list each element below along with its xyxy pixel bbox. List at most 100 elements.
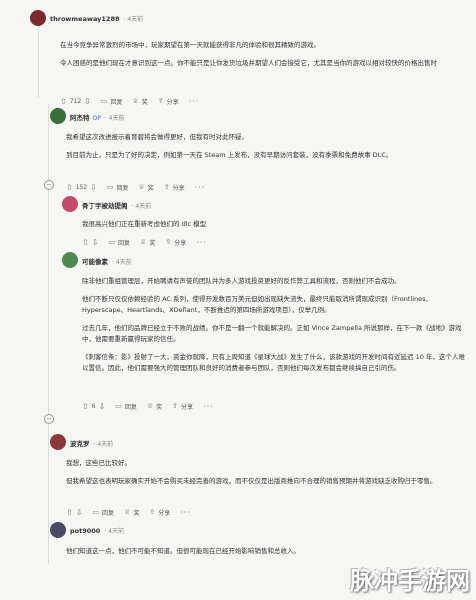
username[interactable]: 可能像素 [82,258,108,266]
more-options-icon[interactable]: ··· [195,183,206,192]
comment-body: 我很高兴他们正在重新考虑他们的 dlc 模型 [82,219,452,237]
more-options-icon[interactable]: ··· [203,402,214,411]
comment-paragraph: 我很高兴他们正在重新考虑他们的 dlc 模型 [82,220,207,228]
share-icon: ⇪ [165,238,172,246]
reply-button[interactable]: ▭ 回复 [107,183,129,192]
avatar[interactable] [62,196,78,212]
comment-header: throwmeaway1288 · 4天前 [50,14,143,23]
upvote-icon[interactable]: ⇧ [82,238,89,247]
username[interactable]: pot9000 [70,527,100,535]
reply-button[interactable]: ▭ 回复 [92,508,114,517]
thread-line [48,104,49,564]
username[interactable]: 阿杰特 [70,114,90,122]
comment-body: 我希望这次改进报示着育碧将会做得更好，但我有时对此怀疑。 到目前为止，只是为了好… [66,132,456,168]
vote-count: 6 [91,402,96,410]
comment-paragraph: 除非他们重组管理层，开始聘请有声誉的团队并为多人游戏投资更好的反作弊工具和流程，… [82,277,401,285]
reply-button[interactable]: ▭ 回复 [115,402,137,411]
share-button[interactable]: ⇪ 分享 [149,508,170,517]
comment-paragraph: 过去几年，他们的品牌已经立于不败的战绩。你不是一翻一个就能解决的。正如 Vinc… [82,324,462,343]
upvote-icon[interactable]: ⇧ [82,402,89,411]
username[interactable]: 波克罗 [70,440,90,448]
downvote-icon[interactable]: ⇩ [90,183,97,192]
reply-icon: ▭ [106,183,114,191]
comment-paragraph: 但我希望这也表明玩家确实开始不会购买未经完善的游戏，而不仅仅是出版商推向不合理的… [66,477,437,485]
avatar[interactable] [30,10,46,26]
reply-icon: ▭ [100,97,108,105]
award-icon: ♕ [146,402,154,410]
award-button[interactable]: ♕ 奖 [140,238,155,247]
share-button[interactable]: ⇪ 分享 [164,183,185,192]
award-button[interactable]: ♕ 奖 [147,402,162,411]
comment-paragraph: 《刺客信条：影》投射了一大，资金你就降，只有上周知道《星球大战》发生了什么，该款… [82,353,465,372]
op-badge: OP [92,115,101,122]
downvote-icon[interactable]: ⇩ [99,402,106,411]
comment-header: 骨丁宇被劫提阁 · 4天前 [82,200,151,210]
award-button[interactable]: ♕ 奖 [139,183,154,192]
award-icon: ♕ [140,238,147,246]
upvote-icon[interactable]: ⇧ [66,508,73,517]
comment-body: 除非他们重组管理层，开始聘请有声誉的团队并为多人游戏投资更好的反作弊工具和流程，… [82,276,467,381]
vote-count: 152 [75,183,88,191]
avatar[interactable] [50,108,66,124]
collapse-thread-icon[interactable]: − [44,414,54,424]
upvote-icon[interactable]: ⇧ [60,97,67,106]
avatar[interactable] [50,522,66,538]
timestamp: · 4天前 [131,203,152,210]
comment-actions: ⇧ 6 ⇩ ▭ 回复 ♕ 奖 ⇪ 分享 ··· [82,400,214,412]
comment-paragraph: 他们不断只仅仅依赖经验的 AC 系列，使得开发数百万美元但如出现缺失流失，最终只… [82,295,433,314]
vote-count: 712 [69,97,82,105]
comment-header: 波克罗 · 4天前 [70,438,113,448]
comment-paragraph: 在当今竞争异常激烈的市场中，玩家期望在第一天就能获得非凡的体验和很其精致的游戏。 [60,41,320,49]
comment-body: 在当今竞争异常激烈的市场中，玩家期望在第一天就能获得非凡的体验和很其精致的游戏。… [60,40,460,76]
comment-paragraph: 令人困惑的是他们现在才意识到这一点。你不能只是让你发货垃圾并期望人们会接受它，尤… [60,59,437,67]
comment-paragraph: 我想，这些已比较好。 [66,459,131,467]
comment-actions: ⇧ 152 ⇩ ▭ 回复 ♕ 奖 ⇪ 分享 ··· [66,181,205,193]
timestamp: · 4天前 [104,115,125,122]
reply-button[interactable]: ▭ 回复 [101,97,123,106]
comment-header: 阿杰特 OP · 4天前 [70,112,124,122]
timestamp: · 4天前 [104,528,124,535]
share-button[interactable]: ⇪ 分享 [165,238,186,247]
collapse-thread-icon[interactable]: − [44,180,54,190]
award-icon: ♕ [124,508,131,516]
comment-paragraph: 我希望这次改进报示着育碧将会做得更好，但我有时对此怀疑。 [66,133,248,141]
comment-actions: ⇧ 712 ⇩ ▭ 回复 ♕ 奖 ⇪ 分享 ··· [60,95,199,107]
comment-header: 可能像素 · 4天前 [82,256,132,266]
award-icon: ♕ [132,97,139,105]
downvote-icon[interactable]: ⇩ [84,97,91,106]
share-button[interactable]: ⇪ 分享 [158,97,179,106]
downvote-icon[interactable]: ⇩ [76,508,83,517]
award-button[interactable]: ♕ 奖 [124,508,139,517]
thread-line [38,28,39,98]
reply-icon: ▭ [115,402,122,410]
avatar[interactable] [50,434,66,450]
share-icon: ⇪ [149,508,156,516]
comment-paragraph: 他们知道这一点，他们不可能不知道。但很可能现在已经开始影响销售和总收入。 [66,547,300,555]
comment-header: pot9000 · 4天前 [70,526,124,535]
more-options-icon[interactable]: ··· [180,508,191,517]
downvote-icon[interactable]: ⇩ [92,238,99,247]
comment-paragraph: 到目前为止，只是为了好的决定，例如第一天在 Steam 上发布，没有早期访问套装… [66,151,393,159]
award-icon: ♕ [138,183,145,191]
comment-actions: ⇧ ⇩ ▭ 回复 ♕ 奖 ⇪ 分享 ··· [82,236,207,248]
timestamp: · 4天前 [93,441,114,448]
comment-actions: ⇧ ⇩ ▭ 回复 ♕ 奖 ⇪ 分享 ··· [66,506,191,518]
reply-icon: ▭ [108,238,116,246]
username[interactable]: 骨丁宇被劫提阁 [82,202,128,210]
upvote-icon[interactable]: ⇧ [66,183,73,192]
avatar[interactable] [62,252,78,268]
share-icon: ⇪ [172,402,179,410]
more-options-icon[interactable]: ··· [196,238,207,247]
watermark-logo: 脉冲手游网 [350,566,470,595]
comment-body: 我想，这些已比较好。 但我希望这也表明玩家确实开始不会购买未经完善的游戏，而不仅… [66,458,456,494]
share-button[interactable]: ⇪ 分享 [172,402,193,411]
timestamp: · 4天前 [123,16,144,23]
timestamp: · 4天前 [112,259,132,266]
username[interactable]: throwmeaway1288 [50,15,120,23]
reply-icon: ▭ [92,508,100,516]
comment-thread: throwmeaway1288 · 4天前 在当今竞争异常激烈的市场中，玩家期望在… [0,0,476,600]
share-icon: ⇪ [157,97,164,105]
reply-button[interactable]: ▭ 回复 [108,238,130,247]
award-button[interactable]: ♕ 奖 [133,97,148,106]
more-options-icon[interactable]: ··· [189,97,200,106]
